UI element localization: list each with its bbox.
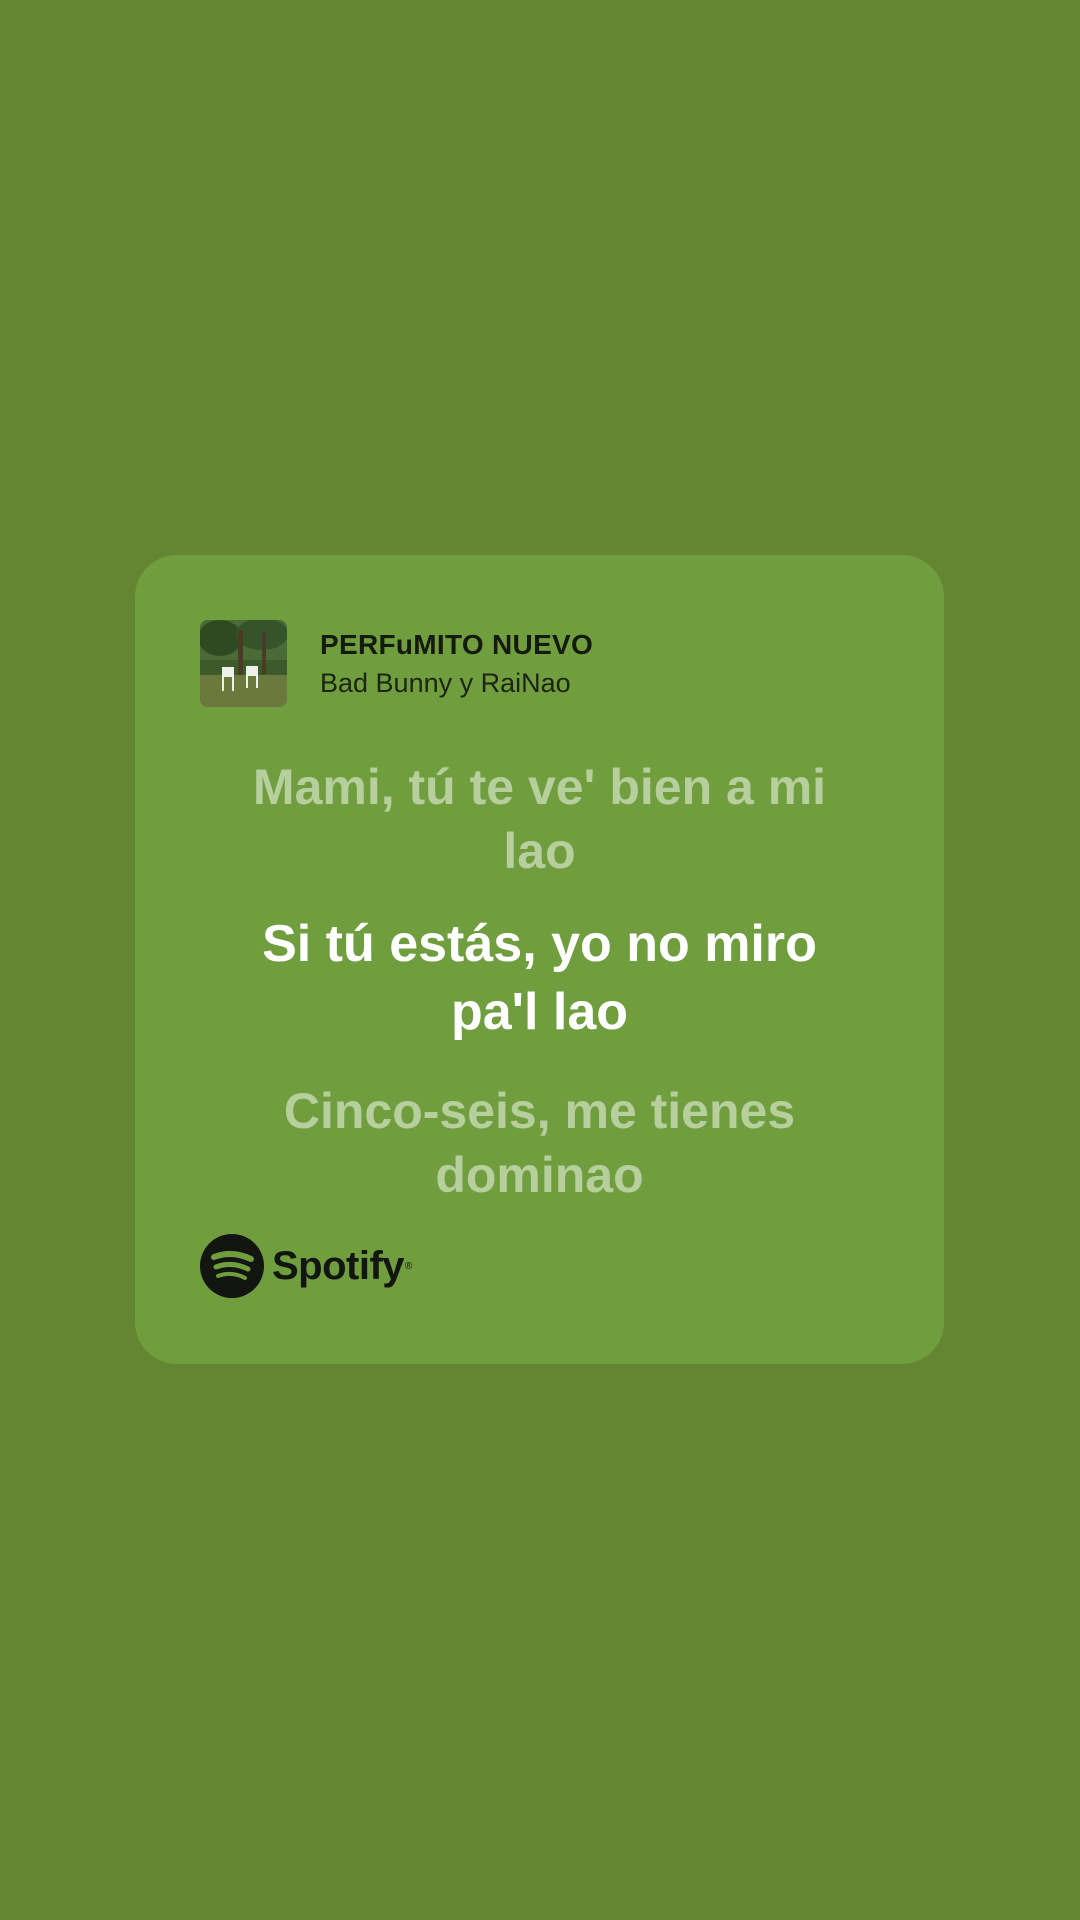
lyrics-block: Mami, tú te ve' bien a mi lao Si tú está…: [135, 755, 944, 1207]
lyric-line-previous: Mami, tú te ve' bien a mi lao: [252, 759, 827, 879]
spotify-wordmark: Spotify: [272, 1243, 405, 1288]
trademark-symbol: ®: [405, 1260, 413, 1272]
track-artist: Bad Bunny y RaiNao: [320, 667, 571, 698]
album-cover: [200, 620, 287, 707]
track-title: PERFuMITO NUEVO: [320, 628, 594, 660]
spotify-logo-icon: [200, 1234, 264, 1298]
lyrics-share-card: PERFuMITO NUEVO Bad Bunny y RaiNao Mami,…: [135, 555, 944, 1364]
lyric-line-current: Si tú estás, yo no miro pa'l lao: [262, 915, 817, 1041]
lyric-line-next: Cinco-seis, me tienes dominao: [283, 1083, 796, 1203]
track-header: PERFuMITO NUEVO Bad Bunny y RaiNao: [200, 620, 593, 707]
spotify-brand: Spotify ®: [200, 1234, 412, 1298]
track-info: PERFuMITO NUEVO Bad Bunny y RaiNao: [320, 628, 593, 700]
